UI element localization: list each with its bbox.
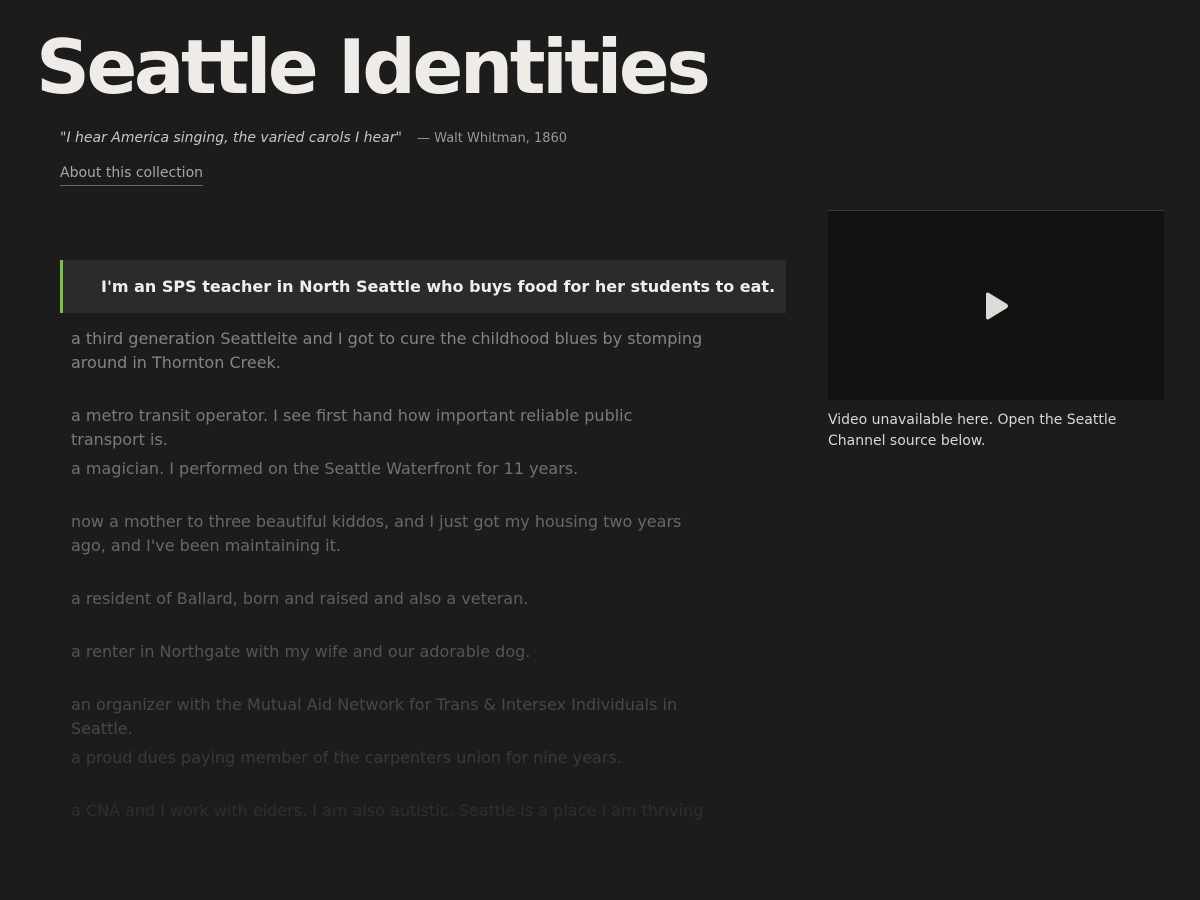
statement-item[interactable]: a magician. I performed on the Seattle W… — [71, 457, 711, 481]
epigraph: "I hear America singing, the varied caro… — [60, 128, 567, 148]
site-title: Seattle Identities — [36, 23, 711, 111]
play-icon[interactable] — [984, 291, 1010, 321]
statement-item[interactable]: a renter in Northgate with my wife and o… — [71, 640, 711, 664]
statement-item[interactable]: now a mother to three beautiful kiddos, … — [71, 510, 711, 558]
statement-item[interactable]: a third generation Seattleite and I got … — [71, 327, 711, 375]
statement-item[interactable]: a proud dues paying member of the carpen… — [71, 746, 711, 770]
statement-list: I'm an SPS teacher in North Seattle who … — [60, 260, 786, 313]
epigraph-attribution: — Walt Whitman, 1860 — [417, 131, 568, 146]
statement-item[interactable]: a metro transit operator. I see first ha… — [71, 404, 711, 452]
statement-item[interactable]: an organizer with the Mutual Aid Network… — [71, 693, 711, 741]
video-player[interactable] — [828, 210, 1164, 400]
statement-item[interactable]: a resident of Ballard, born and raised a… — [71, 587, 711, 611]
epigraph-quote: "I hear America singing, the varied caro… — [60, 130, 402, 146]
statement-item[interactable]: a CNA and I work with elders. I am also … — [71, 799, 711, 823]
page: Seattle Identities "I hear America singi… — [0, 0, 1200, 900]
video-unavailable-note: Video unavailable here. Open the Seattle… — [828, 412, 1117, 449]
video-card: Video unavailable here. Open the Seattle… — [828, 210, 1164, 452]
about-collection-link[interactable]: About this collection — [60, 164, 204, 186]
featured-statement[interactable]: I'm an SPS teacher in North Seattle who … — [60, 260, 786, 313]
